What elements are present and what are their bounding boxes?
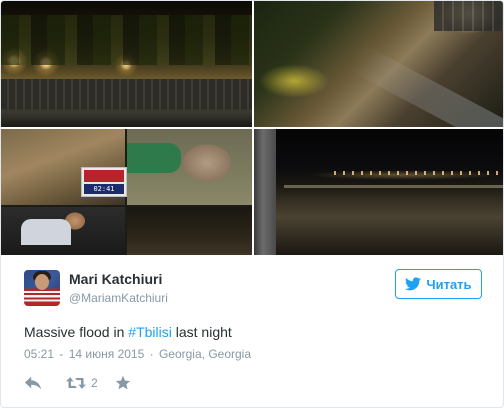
tweet-card: 02:41 Mari Katchiuri @MariamKatchiuri Чи… — [0, 0, 504, 408]
star-icon — [115, 375, 130, 390]
media-grid: 02:41 — [1, 1, 503, 255]
reply-button[interactable] — [24, 375, 66, 391]
building — [434, 1, 503, 31]
tv-overlay-time: 02:41 — [84, 184, 124, 194]
media-photo-4[interactable] — [254, 129, 503, 255]
follow-button-label: Читать — [426, 276, 472, 292]
trees — [1, 15, 252, 65]
media-photo-3[interactable]: 02:41 — [1, 129, 252, 255]
twitter-bird-icon — [405, 277, 422, 291]
reply-icon — [24, 376, 42, 390]
author-handle[interactable]: @MariamKatchiuri — [69, 290, 168, 306]
tweet-body: Mari Katchiuri @MariamKatchiuri Читать M… — [1, 256, 503, 407]
media-photo-1[interactable] — [1, 1, 252, 127]
city-lights — [334, 171, 503, 175]
tweet-text-after: last night — [171, 324, 232, 340]
tweet-time[interactable]: 05:21 — [24, 347, 54, 361]
pillar — [254, 129, 276, 255]
time-date-separator: - — [59, 347, 64, 361]
hashtag-link[interactable]: #Tbilisi — [128, 324, 172, 340]
rail — [284, 185, 503, 188]
tweet-date[interactable]: 14 июня 2015 — [69, 347, 145, 361]
tv-overlay: 02:41 — [81, 167, 127, 197]
road — [346, 42, 503, 127]
like-button[interactable] — [115, 375, 131, 391]
author-name[interactable]: Mari Katchiuri — [69, 270, 162, 288]
tweet-actions: 2 — [24, 374, 131, 392]
hippo-panel — [127, 129, 252, 205]
dark-panel — [127, 207, 252, 255]
tweet-text: Massive flood in #Tbilisi last night — [24, 323, 232, 341]
tweet-location[interactable]: Georgia, Georgia — [159, 347, 251, 361]
follow-button[interactable]: Читать — [395, 269, 482, 299]
shirt — [21, 219, 71, 245]
location-separator: · — [149, 347, 154, 361]
wall — [1, 79, 252, 109]
tweet-text-before: Massive flood in — [24, 324, 129, 340]
retweet-count: 2 — [91, 376, 98, 390]
retweet-icon — [66, 377, 86, 389]
boy-panel — [1, 207, 125, 255]
green-sleeve — [127, 143, 181, 173]
avatar-face — [35, 274, 49, 290]
tweet-meta: 05:21 - 14 июня 2015 · Georgia, Georgia — [24, 346, 251, 362]
media-photo-2[interactable] — [254, 1, 503, 127]
tv-overlay-banner — [84, 170, 124, 182]
avatar[interactable] — [24, 270, 60, 306]
retweet-button[interactable]: 2 — [66, 375, 115, 391]
